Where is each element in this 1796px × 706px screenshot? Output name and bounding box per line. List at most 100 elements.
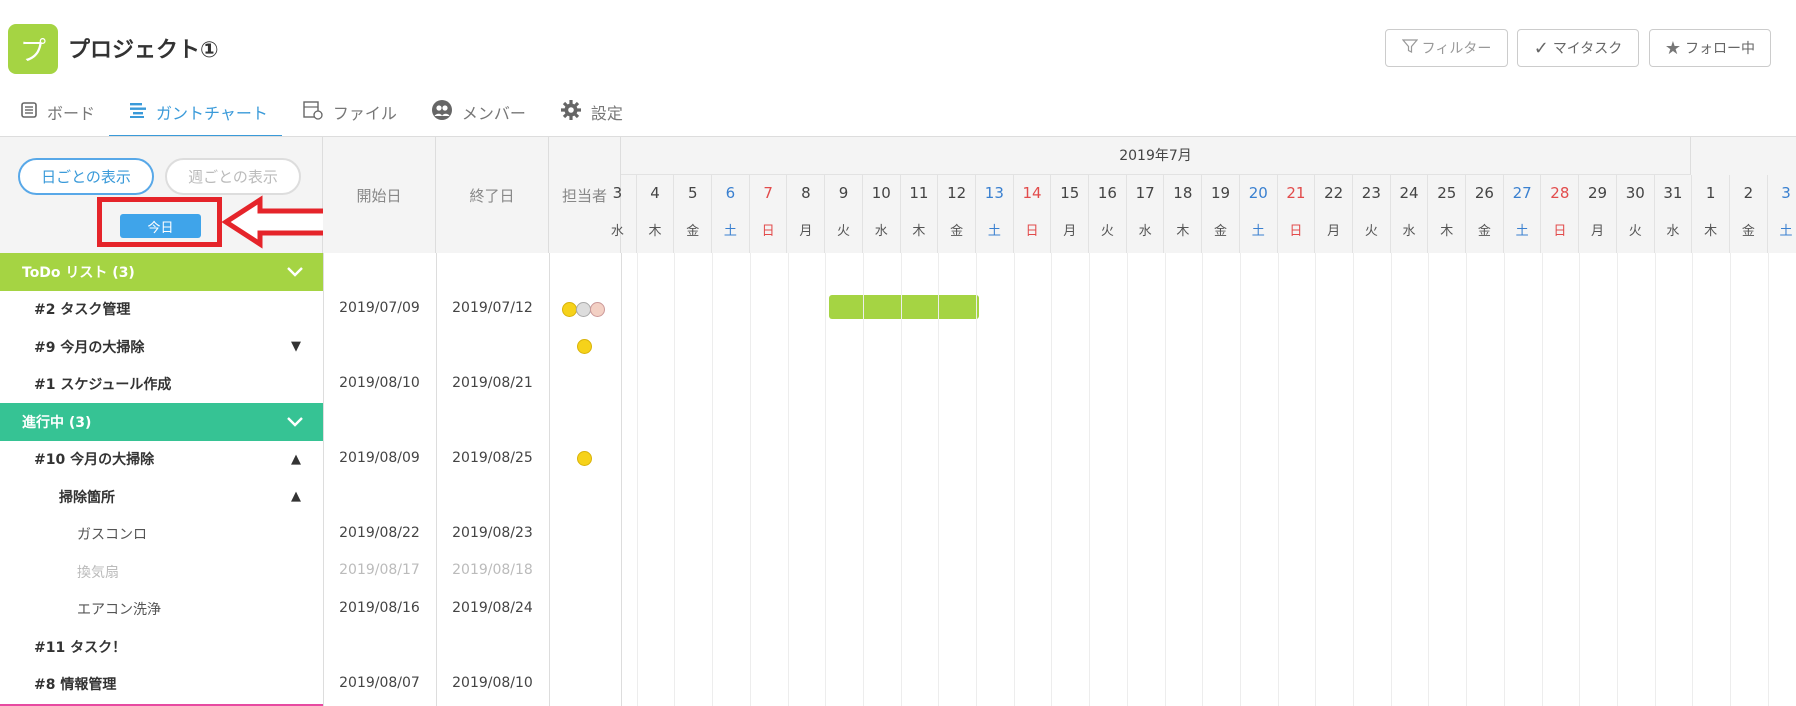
start-date: 2019/08/09 — [339, 450, 420, 466]
weekday: 水 — [1138, 224, 1152, 239]
task-row[interactable]: #1 スケジュール作成 — [0, 366, 323, 404]
task-row[interactable]: #10 今月の大掃除 ▲ — [0, 441, 323, 479]
day-column-header: 6土 — [712, 175, 750, 253]
weekday: 土 — [723, 224, 737, 239]
divider — [436, 253, 437, 706]
day-number: 1 — [1705, 184, 1716, 202]
filter-button[interactable]: フィルター — [1385, 29, 1508, 67]
day-number: 22 — [1324, 184, 1344, 202]
grid-line — [1164, 253, 1166, 706]
day-column-header: 11 木 — [901, 175, 939, 253]
chevron-down-icon[interactable] — [287, 261, 303, 282]
calendar-header: 2019年7月 3 水 4 木 5 金 6 土 7 日 8 月 9 火 10 水 11 木 12 金 13 土 14 日 15 月… — [611, 137, 1796, 253]
gantt-chart: 日ごとの表示 週ごとの表示 今日 開始日 終了日 担当者 2019年7月 3水4… — [0, 136, 1796, 706]
follow-button[interactable]: ★ フォロー中 — [1649, 29, 1771, 67]
end-date: 2019/08/25 — [452, 450, 533, 466]
grid-line — [1428, 253, 1430, 706]
tab-settings[interactable]: 設定 — [540, 92, 637, 132]
triangle-up-icon[interactable]: ▲ — [291, 452, 301, 467]
end-date: 2019/08/24 — [452, 600, 533, 616]
tab-member-label: メンバー — [461, 104, 526, 123]
gantt-controls: 日ごとの表示 週ごとの表示 今日 — [0, 137, 331, 253]
day-column-header: 28 日 — [1542, 175, 1580, 253]
task-row[interactable]: #9 今月の大掃除 ▼ — [0, 328, 323, 366]
subtask-row[interactable]: 掃除箇所 ▲ — [0, 478, 323, 516]
star-icon: ★ — [1664, 37, 1682, 59]
filter-label: フィルター — [1421, 41, 1492, 57]
grid-line — [900, 253, 902, 706]
day-column-header: 12 金 — [938, 175, 976, 253]
avatar — [577, 339, 592, 354]
day-column-header: 4木 — [637, 175, 675, 253]
weekday: 日 — [1289, 224, 1303, 239]
day-column-header: 16 火 — [1089, 175, 1127, 253]
day-number: 11 — [909, 184, 929, 202]
triangle-up-icon[interactable]: ▲ — [291, 489, 301, 504]
filter-icon — [1401, 38, 1418, 59]
tab-file[interactable]: ファイル — [282, 92, 411, 132]
day-number: 9 — [838, 184, 849, 202]
day-column-header: 13 土 — [976, 175, 1014, 253]
end-date: 2019/08/10 — [452, 675, 533, 691]
today-highlight-box: 今日 — [97, 197, 222, 247]
daily-view-button[interactable]: 日ごとの表示 — [18, 158, 154, 195]
tab-board-label: ボード — [47, 104, 96, 123]
weekday: 金 — [1214, 224, 1228, 239]
grid-line — [1579, 253, 1581, 706]
today-button[interactable]: 今日 — [120, 214, 201, 238]
day-column-header: 9火 — [825, 175, 863, 253]
grid-line — [674, 253, 676, 706]
day-number: 21 — [1286, 184, 1306, 202]
gear-icon — [560, 99, 582, 126]
day-column-header: 21 日 — [1278, 175, 1316, 253]
tab-settings-label: 設定 — [590, 104, 623, 123]
day-column-header: 20 土 — [1240, 175, 1278, 253]
day-number: 24 — [1399, 184, 1419, 202]
chevron-down-icon[interactable] — [287, 411, 303, 432]
day-number: 27 — [1512, 184, 1532, 202]
group-in-progress[interactable]: 進行中 (3) — [0, 403, 323, 441]
start-date: 2019/08/17 — [339, 562, 420, 578]
group-todo-label: ToDo リスト (3) — [22, 264, 135, 281]
tab-board[interactable]: ボード — [0, 92, 109, 132]
tab-gantt[interactable]: ガントチャート — [109, 92, 282, 138]
grid-line — [1126, 253, 1128, 706]
subtask-item[interactable]: ガスコンロ — [0, 516, 323, 554]
divider — [549, 253, 550, 706]
mytask-label: マイタスク — [1552, 41, 1623, 57]
task-row[interactable]: #11 タスク！ — [0, 628, 323, 666]
day-number: 8 — [801, 184, 811, 202]
triangle-down-icon[interactable]: ▼ — [291, 339, 301, 354]
tab-member[interactable]: メンバー — [411, 92, 540, 132]
task-row[interactable]: #2 タスク管理 — [0, 291, 323, 329]
day-column-header: 23 火 — [1353, 175, 1391, 253]
day-number: 26 — [1474, 184, 1494, 202]
grid-line — [862, 253, 864, 706]
start-date: 2019/08/10 — [339, 375, 420, 391]
day-number: 5 — [687, 184, 698, 202]
weekday: 日 — [761, 224, 775, 239]
gantt-bar[interactable] — [829, 295, 979, 319]
weekly-view-button[interactable]: 週ごとの表示 — [165, 158, 301, 195]
day-column-header: 22 月 — [1315, 175, 1353, 253]
day-column-header: 5金 — [674, 175, 713, 253]
day-column-header: 26 金 — [1466, 175, 1504, 253]
grid-line — [1466, 253, 1468, 706]
board-icon — [20, 100, 38, 124]
day-number: 2 — [1743, 184, 1754, 202]
end-date-header: 終了日 — [436, 137, 549, 253]
day-number: 25 — [1437, 184, 1457, 202]
task-row[interactable]: #8 情報管理 — [0, 666, 323, 704]
day-column-header: 18 木 — [1165, 175, 1203, 253]
grid-line — [1767, 253, 1769, 706]
weekday: 水 — [610, 224, 624, 239]
grid-line — [938, 253, 940, 706]
weekday: 木 — [1440, 224, 1454, 239]
annotation-arrow-icon — [222, 195, 331, 249]
subtask-item[interactable]: 換気扇 — [0, 553, 323, 591]
mytask-button[interactable]: ✓ マイタスク — [1517, 29, 1639, 67]
subtask-item[interactable]: エアコン洗浄 — [0, 591, 323, 629]
project-logo: プ — [8, 24, 58, 74]
grid-line — [1051, 253, 1053, 706]
group-todo[interactable]: ToDo リスト (3) — [0, 253, 323, 291]
